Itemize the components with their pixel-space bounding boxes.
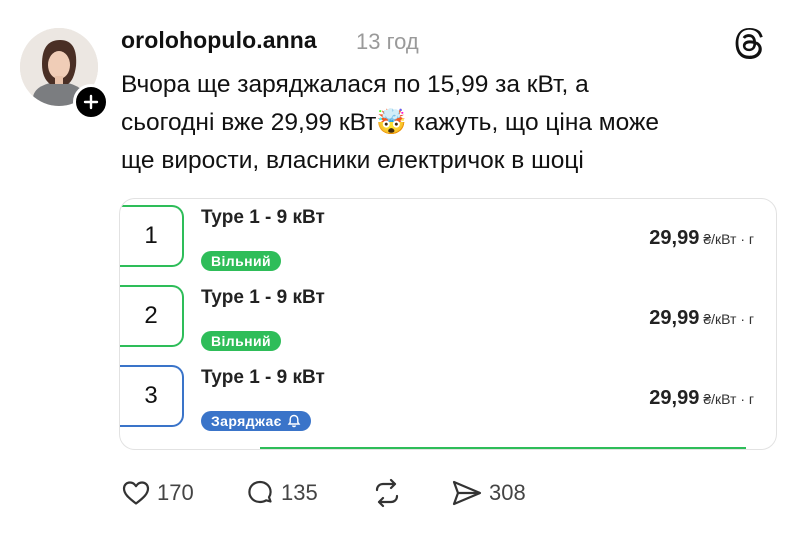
charger-title: Type 1 - 9 кВт xyxy=(201,367,325,388)
post-text-line: сьогодні вже 29,99 кВт🤯 кажуть, що ціна … xyxy=(121,109,660,136)
charger-row: 3 Type 1 - 9 кВт Заряджає 29,99 ₴/кВт · … xyxy=(120,359,776,431)
price-value: 29,99 xyxy=(649,227,700,249)
status-label: Вільний xyxy=(211,333,271,349)
post-text-line: ще вирости, власники електричок в шоці xyxy=(121,147,584,174)
post-text: Вчора ще заряджалася по 15,99 за кВт, а … xyxy=(121,66,781,180)
heart-icon xyxy=(122,481,150,505)
share-count: 308 xyxy=(489,480,526,505)
status-label: Заряджає xyxy=(211,413,282,429)
status-badge: Заряджає xyxy=(201,411,311,431)
price-value: 29,99 xyxy=(649,387,700,409)
repost-button[interactable] xyxy=(371,476,403,510)
charger-number: 2 xyxy=(120,285,184,347)
charger-price: 29,99 ₴/кВт · г xyxy=(649,307,754,330)
price-value: 29,99 xyxy=(649,307,700,329)
post-time: 13 год xyxy=(356,29,419,54)
bell-icon xyxy=(287,414,301,428)
plus-icon xyxy=(83,94,99,110)
status-badge: Вільний xyxy=(201,251,281,271)
follow-button[interactable] xyxy=(73,84,109,120)
charger-price: 29,99 ₴/кВт · г xyxy=(649,387,754,410)
charger-row: 2 Type 1 - 9 кВт Вільний 29,99 ₴/кВт · г xyxy=(120,279,776,351)
comment-button[interactable]: 135 xyxy=(245,476,318,510)
comment-count: 135 xyxy=(281,480,318,505)
like-button[interactable]: 170 xyxy=(121,476,194,510)
username[interactable]: orolohopulo.anna xyxy=(121,27,317,54)
price-unit: ₴/кВт · г xyxy=(703,231,754,247)
card-divider xyxy=(260,447,746,449)
comment-icon xyxy=(248,480,272,504)
send-icon xyxy=(452,480,482,506)
charger-number: 1 xyxy=(120,205,184,267)
repost-icon xyxy=(375,478,399,508)
charger-price: 29,99 ₴/кВт · г xyxy=(649,227,754,250)
charger-title: Type 1 - 9 кВт xyxy=(201,287,325,308)
share-button[interactable]: 308 xyxy=(451,476,526,510)
status-badge: Вільний xyxy=(201,331,281,351)
post-text-line: Вчора ще заряджалася по 15,99 за кВт, а xyxy=(121,71,589,98)
attached-image-card[interactable]: 1 Type 1 - 9 кВт Вільний 29,99 ₴/кВт · г… xyxy=(119,198,777,450)
price-unit: ₴/кВт · г xyxy=(703,391,754,407)
status-label: Вільний xyxy=(211,253,271,269)
threads-logo-icon[interactable] xyxy=(734,27,766,64)
charger-title: Type 1 - 9 кВт xyxy=(201,207,325,228)
price-unit: ₴/кВт · г xyxy=(703,311,754,327)
charger-row: 1 Type 1 - 9 кВт Вільний 29,99 ₴/кВт · г xyxy=(120,199,776,271)
like-count: 170 xyxy=(157,480,194,505)
charger-number: 3 xyxy=(120,365,184,427)
